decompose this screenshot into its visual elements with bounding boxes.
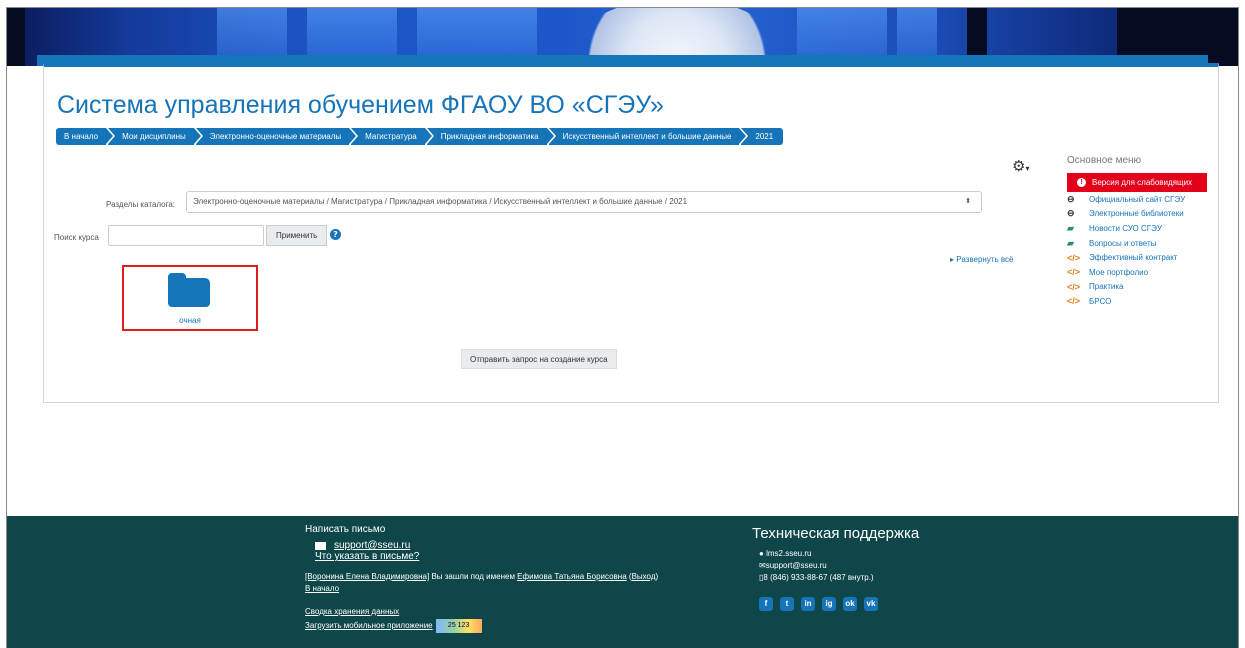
- breadcrumb-applied-informatics[interactable]: Прикладная информатика: [426, 128, 554, 145]
- vk-icon[interactable]: vk: [864, 597, 878, 611]
- menu-item-label: Новости СУО СГЭУ: [1089, 223, 1162, 233]
- menu-item-label: БРСО: [1089, 296, 1112, 306]
- menu-item-news[interactable]: ▰ Новости СУО СГЭУ: [1067, 221, 1217, 236]
- link-icon: ⊖: [1067, 193, 1075, 204]
- category-name[interactable]: очная: [124, 316, 256, 325]
- menu-item-label: Официальный сайт СГЭУ: [1089, 194, 1186, 204]
- menu-item-portfolio[interactable]: </> Мое портфолио: [1067, 265, 1217, 280]
- chat-icon: ▰: [1067, 222, 1074, 233]
- menu-item-label: Практика: [1089, 282, 1124, 292]
- footer: Написать письмо support@sseu.ru Что указ…: [7, 516, 1238, 648]
- menu-item-label: Мое портфолио: [1089, 267, 1149, 277]
- menu-item-practice[interactable]: </> Практика: [1067, 280, 1217, 295]
- catalog-select-value: Электронно-оценочные материалы / Магистр…: [193, 197, 688, 206]
- breadcrumb-masters[interactable]: Магистратура: [351, 128, 432, 145]
- breadcrumb-ai-big-data[interactable]: Искусственный интеллект и большие данные: [548, 128, 747, 145]
- menu-item-faq[interactable]: ▰ Вопросы и ответы: [1067, 236, 1217, 251]
- breadcrumb-home[interactable]: В начало: [56, 128, 114, 145]
- menu-item-label: Вопросы и ответы: [1089, 238, 1157, 248]
- apply-button[interactable]: Применить: [266, 225, 328, 246]
- footer-support: Техническая поддержка ● lms2.sseu.ru ✉su…: [752, 525, 919, 611]
- linkedin-icon[interactable]: in: [801, 597, 815, 611]
- footer-email-link[interactable]: support@sseu.ru: [334, 540, 410, 551]
- breadcrumb-assessment-materials[interactable]: Электронно-оценочные материалы: [195, 128, 357, 145]
- footer-write-heading: Написать письмо: [305, 524, 386, 535]
- login-text: Вы зашли под именем: [429, 572, 518, 581]
- expand-all-link[interactable]: ▸ Развернуть всё: [950, 255, 1014, 264]
- login-as-link[interactable]: Ефимова Татьяна Борисовна: [517, 572, 627, 581]
- menu-item-effective-contract[interactable]: </> Эффективный контракт: [1067, 250, 1217, 265]
- footer-hint-row: Что указать в письме?: [315, 551, 745, 562]
- what-to-write-link[interactable]: Что указать в письме?: [315, 551, 419, 562]
- facebook-icon[interactable]: f: [759, 597, 773, 611]
- menu-item-official-site[interactable]: ⊖ Официальный сайт СГЭУ: [1067, 192, 1217, 207]
- main-menu-title: Основное меню: [1067, 155, 1142, 166]
- request-course-button[interactable]: Отправить запрос на создание курса: [461, 349, 617, 369]
- login-info: [Воронина Елена Владимировна] Вы зашли п…: [305, 572, 659, 581]
- footer-contact: Написать письмо support@sseu.ru Что указ…: [305, 524, 745, 633]
- accessibility-button-label: Версия для слабовидящих: [1092, 178, 1193, 187]
- select-arrow-icon: ⬍: [965, 198, 971, 205]
- code-icon: </>: [1067, 252, 1081, 263]
- help-icon[interactable]: ?: [330, 229, 341, 240]
- catalog-label: Разделы каталога:: [106, 200, 176, 209]
- footer-home-row: В начало: [305, 584, 745, 593]
- folder-icon: [168, 273, 210, 307]
- support-email-row: ✉support@sseu.ru: [759, 561, 919, 573]
- header-banner: [7, 8, 1238, 108]
- page-title: Система управления обучением ФГАОУ ВО «С…: [57, 91, 664, 119]
- search-label: Поиск курса: [54, 233, 99, 242]
- main-card: Система управления обучением ФГАОУ ВО «С…: [43, 63, 1219, 403]
- footer-app-row: Загрузить мобильное приложение 25 123: [305, 619, 745, 633]
- mobile-app-link[interactable]: Загрузить мобильное приложение: [305, 621, 433, 630]
- code-icon: </>: [1067, 281, 1081, 292]
- social-links: f t in ig ok vk: [759, 597, 919, 611]
- category-tile[interactable]: очная: [122, 265, 258, 331]
- alert-icon: !: [1077, 178, 1086, 187]
- support-phone: 8 (846) 933-88-67 (487 внутр.): [763, 573, 874, 582]
- instagram-icon[interactable]: ig: [822, 597, 836, 611]
- odnoklassniki-icon[interactable]: ok: [843, 597, 857, 611]
- data-retention-link[interactable]: Сводка хранения данных: [305, 607, 399, 616]
- support-site-row: ● lms2.sseu.ru: [759, 549, 919, 561]
- breadcrumb-2021[interactable]: 2021: [741, 128, 784, 145]
- link-icon: ⊖: [1067, 208, 1075, 219]
- breadcrumb-my-courses[interactable]: Мои дисциплины: [108, 128, 201, 145]
- envelope-icon: ✉: [759, 561, 766, 570]
- chat-icon: ▰: [1067, 237, 1074, 248]
- logout-link[interactable]: Выход: [632, 572, 656, 581]
- menu-item-label: Эффективный контракт: [1089, 253, 1178, 263]
- browser-viewport: Система управления обучением ФГАОУ ВО «С…: [6, 7, 1239, 648]
- chevron-down-icon: ▾: [1025, 164, 1030, 173]
- footer-home-link[interactable]: В начало: [305, 584, 339, 593]
- visitor-counter-badge[interactable]: 25 123: [435, 619, 482, 633]
- support-heading: Техническая поддержка: [752, 525, 920, 542]
- expand-all-label: Развернуть всё: [956, 255, 1014, 264]
- twitter-icon[interactable]: t: [780, 597, 794, 611]
- catalog-select[interactable]: Электронно-оценочные материалы / Магистр…: [186, 191, 982, 213]
- login-user-link[interactable]: [Воронина Елена Владимировна]: [305, 572, 429, 581]
- support-phone-row: ▯8 (846) 933-88-67 (487 внутр.): [759, 573, 919, 585]
- gear-icon[interactable]: ⚙▾: [1012, 157, 1029, 175]
- footer-email-row: support@sseu.ru: [315, 540, 745, 551]
- support-site-link[interactable]: lms2.sseu.ru: [766, 549, 811, 558]
- accessibility-button[interactable]: ! Версия для слабовидящих: [1067, 173, 1207, 192]
- menu-item-brso[interactable]: </> БРСО: [1067, 294, 1217, 309]
- menu-item-libraries[interactable]: ⊖ Электронные библиотеки: [1067, 207, 1217, 222]
- code-icon: </>: [1067, 296, 1081, 307]
- search-input[interactable]: [108, 225, 264, 246]
- footer-retention-row: Сводка хранения данных: [305, 607, 745, 616]
- breadcrumb: В начало Мои дисциплины Электронно-оцено…: [56, 128, 785, 145]
- envelope-icon: [315, 541, 326, 550]
- support-email-link[interactable]: support@sseu.ru: [766, 561, 827, 570]
- globe-icon: ●: [759, 549, 764, 558]
- main-menu-block: Основное меню ! Версия для слабовидящих …: [1067, 155, 1217, 309]
- menu-item-label: Электронные библиотеки: [1089, 209, 1184, 219]
- code-icon: </>: [1067, 267, 1081, 278]
- banner-decor: [7, 8, 25, 66]
